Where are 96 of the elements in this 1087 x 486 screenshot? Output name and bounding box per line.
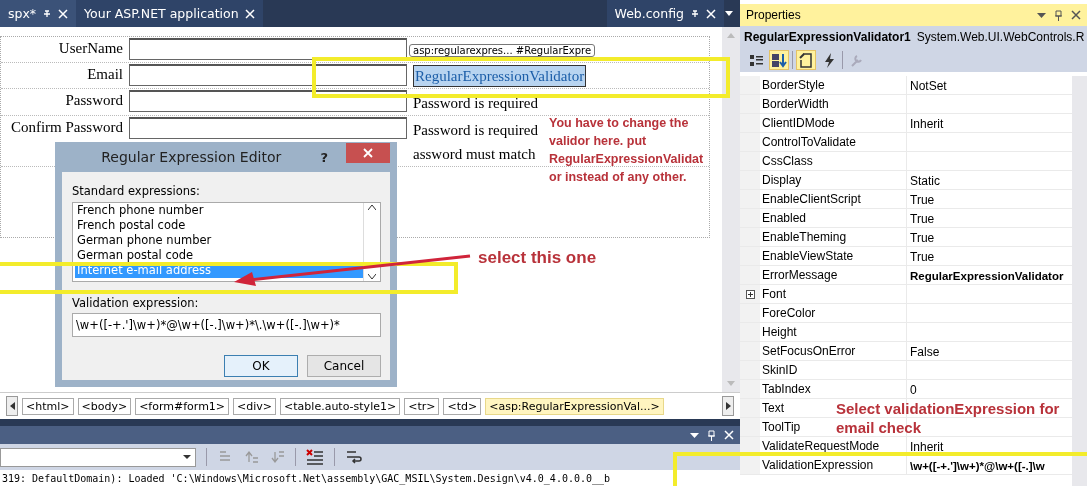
- breadcrumb-tag[interactable]: <asp:RegularExpressionVal...>: [485, 397, 664, 415]
- validator-message[interactable]: assword must match: [413, 142, 536, 166]
- property-name[interactable]: ErrorMessage: [760, 266, 838, 284]
- document-tab[interactable]: spx*: [0, 0, 77, 27]
- dialog-button[interactable]: Cancel: [307, 355, 381, 377]
- scroll-left-button[interactable]: [6, 396, 18, 416]
- breadcrumb-tag[interactable]: <table.auto-style1>: [280, 397, 401, 415]
- validator-message[interactable]: Password is required: [413, 118, 538, 142]
- property-name[interactable]: ValidateRequestMode: [760, 437, 880, 455]
- annotation-text: You have to change the validor here. put RegularExpressionValidat or instead of any other.: [549, 115, 704, 186]
- property-value[interactable]: True: [906, 211, 1072, 226]
- list-item[interactable]: French phone number: [75, 203, 363, 218]
- property-value[interactable]: 0: [906, 382, 1072, 397]
- document-tab[interactable]: Your ASP.NET application: [76, 0, 263, 27]
- form-label: UserName: [57, 39, 123, 57]
- pin-icon[interactable]: [1054, 9, 1063, 21]
- property-value[interactable]: Inherit: [906, 439, 1072, 454]
- panel-title: Properties: [746, 8, 802, 22]
- output-source-dropdown[interactable]: [0, 447, 196, 467]
- property-name[interactable]: ForeColor: [760, 304, 816, 322]
- property-name[interactable]: ControlToValidate: [760, 133, 856, 151]
- property-name[interactable]: BorderWidth: [760, 95, 829, 113]
- field-label: Standard expressions:: [72, 184, 201, 198]
- text-input[interactable]: [129, 90, 407, 112]
- breadcrumb-tag[interactable]: <body>: [77, 397, 132, 415]
- expression-list[interactable]: French phone number French postal code German phone number German postal code Internet e-mail address: [72, 202, 381, 282]
- dialog-button[interactable]: OK: [224, 355, 298, 377]
- text-input[interactable]: [129, 117, 407, 139]
- pin-icon[interactable]: [42, 8, 53, 19]
- list-item[interactable]: German postal code: [75, 248, 363, 263]
- clear-all-icon[interactable]: [306, 449, 324, 465]
- annotation-text: select this one: [478, 248, 597, 268]
- property-name[interactable]: EnableViewState: [760, 247, 854, 265]
- validator-message[interactable]: Password is required: [413, 91, 538, 115]
- property-value[interactable]: True: [906, 249, 1072, 264]
- caret-icon: [183, 455, 191, 459]
- expression-input[interactable]: \w+([-+.']\w+)*@\w+([-.]\w+)*\.\w+([-.]\w+)*: [72, 313, 381, 337]
- property-name[interactable]: ValidationExpression: [760, 456, 874, 474]
- breadcrumb-tag[interactable]: <html>: [22, 397, 74, 415]
- sort-alphabetical-icon[interactable]: [769, 50, 789, 70]
- breadcrumb-tag[interactable]: <td>: [443, 397, 482, 415]
- tag-label: asp:regularexpres... #RegularExpre: [409, 44, 596, 57]
- close-icon: [363, 148, 373, 158]
- property-name[interactable]: Text: [760, 399, 784, 417]
- close-icon[interactable]: [1071, 10, 1081, 20]
- property-name[interactable]: Font: [760, 285, 786, 303]
- form-label: Password: [64, 91, 123, 109]
- list-item[interactable]: French postal code: [75, 218, 363, 233]
- scroll-right-button[interactable]: [722, 396, 734, 416]
- scroll-up-icon[interactable]: [368, 205, 376, 210]
- text-input[interactable]: [129, 38, 407, 60]
- property-name[interactable]: ClientIDMode: [760, 114, 835, 132]
- breadcrumb-tag[interactable]: <tr>: [404, 397, 440, 415]
- text-input[interactable]: [129, 64, 407, 86]
- property-value[interactable]: True: [906, 192, 1072, 207]
- property-name[interactable]: ToolTip: [760, 418, 801, 436]
- breadcrumb-tag[interactable]: <form#form1>: [135, 397, 230, 415]
- property-name[interactable]: SetFocusOnError: [760, 342, 856, 360]
- property-value[interactable]: Inherit: [906, 116, 1072, 131]
- properties-icon[interactable]: [796, 50, 816, 70]
- dropdown-icon[interactable]: [724, 10, 734, 17]
- property-name[interactable]: CssClass: [760, 152, 813, 170]
- object-selector[interactable]: RegularExpressionValidator1 System.Web.UI.WebControls.R: [740, 26, 1087, 48]
- dropdown-icon[interactable]: [690, 432, 699, 438]
- property-name[interactable]: EnableTheming: [760, 228, 847, 246]
- property-name[interactable]: TabIndex: [760, 380, 811, 398]
- output-line: 319: DefaultDomain): Loaded 'C:\Windows\Microsoft.Net\assembly\GAC_MSIL\System.Design\v4.0_4.0.0.0__b: [2, 473, 611, 484]
- expand-icon[interactable]: [745, 290, 755, 299]
- arrow-right-icon: [725, 402, 731, 410]
- property-value[interactable]: False: [906, 344, 1072, 359]
- arrow-left-icon: [9, 402, 15, 410]
- scrollbar[interactable]: [1072, 76, 1087, 486]
- breadcrumb-tag[interactable]: <div>: [233, 397, 277, 415]
- scroll-down-icon[interactable]: [368, 274, 376, 279]
- property-name[interactable]: SkinID: [760, 361, 798, 379]
- dialog-title: Regular Expression Editor: [100, 149, 283, 165]
- property-name[interactable]: Enabled: [760, 209, 807, 227]
- property-name[interactable]: Height: [760, 323, 797, 341]
- dropdown-icon[interactable]: [1037, 12, 1046, 18]
- field-label: Validation expression:: [72, 296, 200, 310]
- word-wrap-icon[interactable]: [345, 449, 363, 465]
- form-label: Confirm Password: [9, 118, 123, 136]
- annotation-text: Select validationExpression for email check: [836, 399, 1060, 437]
- property-value[interactable]: RegularExpressionValidator: [906, 269, 1072, 282]
- help-button[interactable]: ?: [320, 149, 328, 165]
- property-value[interactable]: NotSet: [906, 78, 1072, 93]
- property-value[interactable]: Static: [906, 173, 1072, 188]
- validator-message[interactable]: RegularExpressionValidator: [413, 65, 587, 87]
- property-name[interactable]: BorderStyle: [760, 76, 825, 94]
- property-value[interactable]: \w+([-+.']\w+)*@\w+([-.]\w: [906, 459, 1072, 472]
- property-name[interactable]: EnableClientScript: [760, 190, 861, 208]
- close-button[interactable]: [346, 143, 390, 163]
- list-item[interactable]: German phone number: [75, 233, 363, 248]
- form-label: Email: [86, 65, 123, 83]
- property-value[interactable]: True: [906, 230, 1072, 245]
- property-name[interactable]: Display: [760, 171, 802, 189]
